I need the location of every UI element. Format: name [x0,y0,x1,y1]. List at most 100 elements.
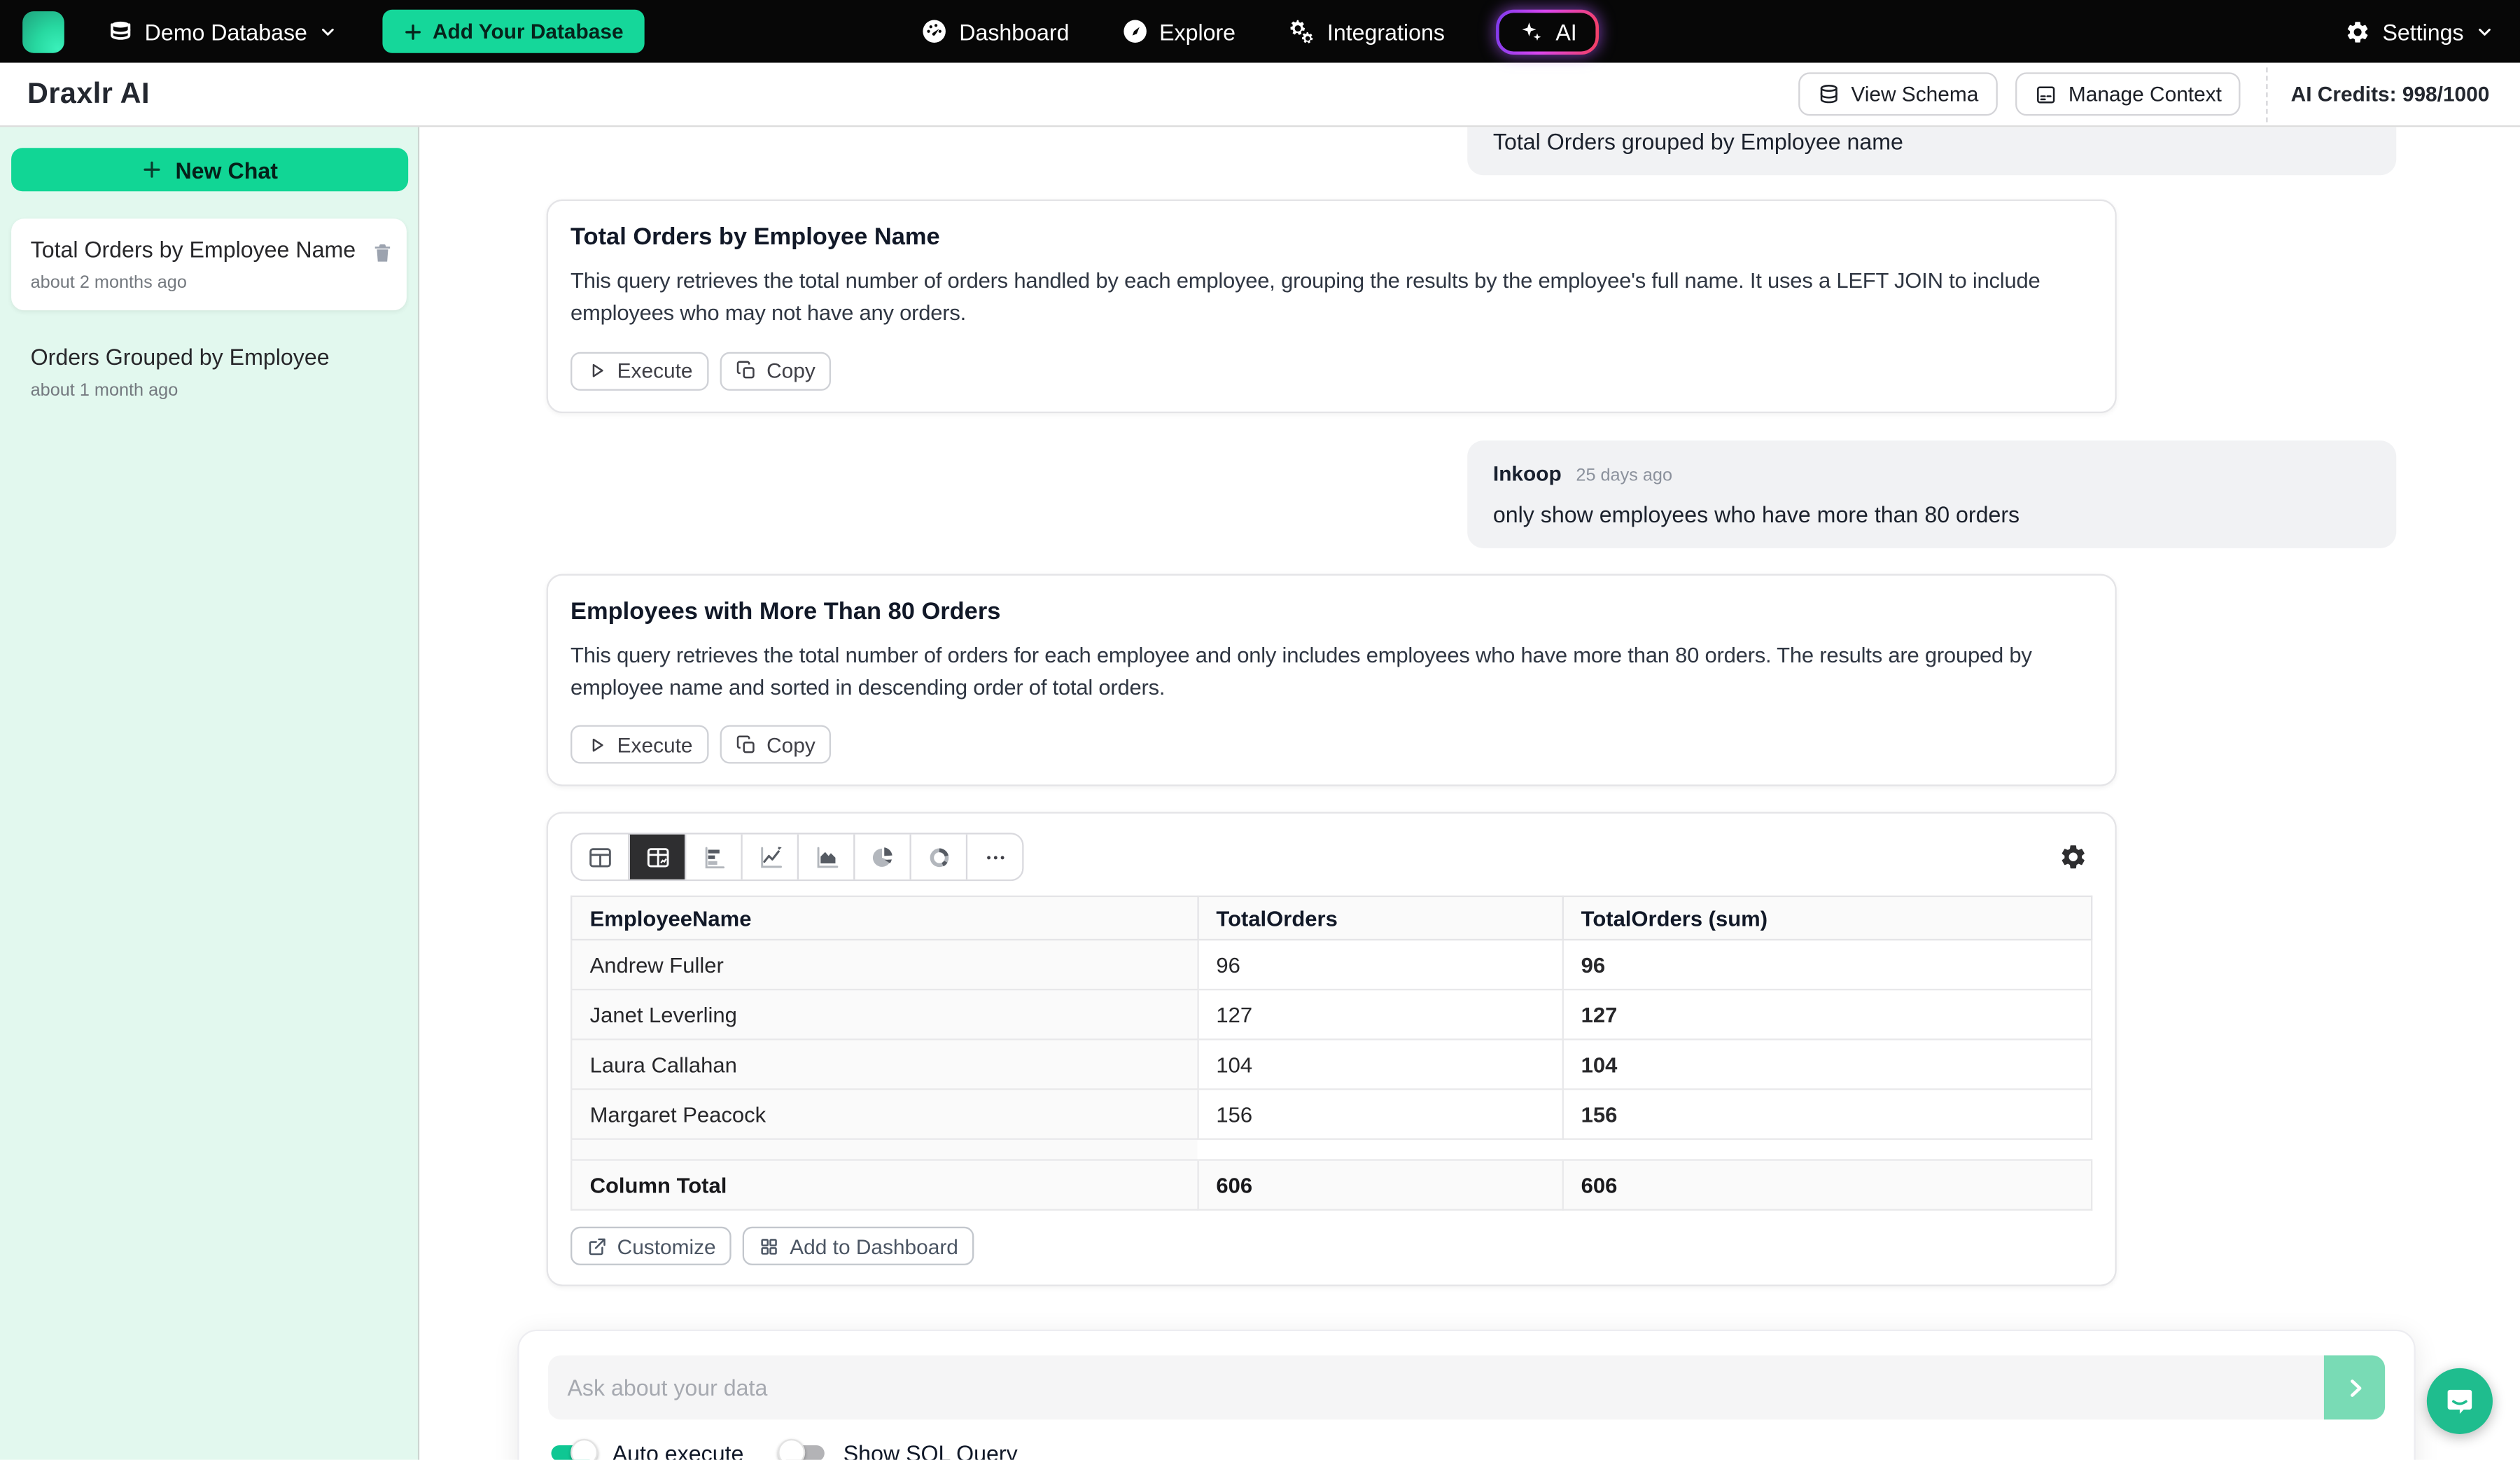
line-chart-view-icon[interactable] [741,835,797,880]
chat-main: Total Orders grouped by Employee name To… [419,127,2520,1459]
summary-table-view-icon[interactable] [629,835,685,880]
cell-total-orders-sum: 96 [1562,940,2092,989]
chevron-down-icon [318,22,338,41]
support-chat-launcher[interactable] [2427,1368,2493,1434]
chat-history-item[interactable]: Orders Grouped by Employee about 1 month… [11,326,407,418]
play-icon [587,734,608,755]
customize-button[interactable]: Customize [570,1227,732,1265]
show-sql-toggle[interactable]: Show SQL Query [783,1440,1018,1460]
message-timestamp: 25 days ago [1576,466,1672,485]
nav-ai[interactable]: AI [1496,9,1599,54]
chat-history-item-active[interactable]: Total Orders by Employee Name about 2 mo… [11,218,407,310]
more-views-icon[interactable] [966,835,1022,880]
new-chat-button[interactable]: New Chat [11,148,408,191]
nav-dashboard-label: Dashboard [959,18,1069,44]
draxlr-logo[interactable] [22,11,64,53]
settings-menu[interactable]: Settings [2346,18,2504,44]
ai-response-card: Total Orders by Employee Name This query… [547,200,2117,412]
pie-chart-view-icon[interactable] [853,835,909,880]
query-description: This query retrieves the total number of… [570,265,2092,331]
draxlr-app: Demo Database Add Your Database Dashboar… [0,0,2520,1460]
user-message: Inkoop 25 days ago only show employees w… [1467,440,2396,548]
page-header: Draxlr AI View Schema Manage Context AI … [0,63,2520,127]
auto-execute-toggle[interactable]: Auto execute [552,1440,744,1460]
copy-button[interactable]: Copy [720,725,832,763]
cell-employee-name: Andrew Fuller [571,940,1198,989]
play-icon [587,360,608,381]
database-selector[interactable]: Demo Database [108,18,338,44]
chat-bubble-icon [2443,1384,2477,1418]
nav-explore-label: Explore [1159,18,1236,44]
area-chart-view-icon[interactable] [797,835,853,880]
external-link-icon [587,1235,608,1256]
plus-icon [404,22,424,41]
user-message-text: only show employees who have more than 8… [1493,501,2371,527]
table-row: Laura Callahan 104 104 [571,1039,2092,1089]
add-to-dashboard-button[interactable]: Add to Dashboard [743,1227,974,1265]
toggle-knob[interactable] [570,1439,598,1460]
cell-employee-name: Margaret Peacock [571,1089,1198,1139]
manage-context-button[interactable]: Manage Context [2015,72,2241,116]
column-header[interactable]: EmployeeName [571,896,1198,940]
nav-explore[interactable]: Explore [1121,18,1236,45]
table-row: Janet Leverling 127 127 [571,989,2092,1039]
context-list-icon [2035,83,2057,105]
dashboard-gauge-icon [920,18,948,45]
chevron-down-icon [2475,22,2495,41]
send-button[interactable] [2324,1355,2385,1419]
query-title: Total Orders by Employee Name [570,223,2092,251]
manage-context-label: Manage Context [2068,82,2222,106]
chat-composer: Auto execute Show SQL Query [517,1330,2415,1460]
database-icon [108,18,134,44]
ask-data-input[interactable] [548,1355,2324,1419]
visualization-switcher [570,833,1023,881]
nav-ai-label: AI [1555,18,1576,44]
page-title: Draxlr AI [27,77,150,111]
chat-timestamp: about 2 months ago [31,273,388,293]
table-total-row: Column Total 606 606 [571,1160,2092,1210]
bar-chart-view-icon[interactable] [685,835,741,880]
top-navbar: Demo Database Add Your Database Dashboar… [0,0,2520,63]
execute-button[interactable]: Execute [570,725,708,763]
database-selector-label: Demo Database [145,18,307,44]
cell-column-total-value: 606 [1562,1160,2092,1210]
cell-total-orders-sum: 127 [1562,989,2092,1039]
execute-label: Execute [617,359,693,382]
add-database-button[interactable]: Add Your Database [383,10,645,53]
column-header[interactable]: TotalOrders [1198,896,1562,940]
cell-total-orders: 104 [1198,1039,1562,1089]
cell-column-total-label: Column Total [571,1160,1198,1210]
query-title: Employees with More Than 80 Orders [570,597,2092,625]
user-message-text: Total Orders grouped by Employee name [1493,129,2371,155]
chat-timestamp: about 1 month ago [31,381,388,401]
nav-dashboard[interactable]: Dashboard [920,18,1069,45]
toggle-knob[interactable] [778,1439,805,1460]
nav-integrations[interactable]: Integrations [1287,17,1445,46]
table-view-icon[interactable] [572,835,628,880]
cell-total-orders: 156 [1198,1089,1562,1139]
results-table: EmployeeName TotalOrders TotalOrders (su… [570,896,2092,1211]
toggle-track[interactable] [552,1445,594,1460]
delete-chat-button[interactable] [371,241,393,265]
view-schema-button[interactable]: View Schema [1798,72,1998,116]
chat-scroll-area[interactable]: Total Orders grouped by Employee name To… [419,127,2520,1286]
column-header[interactable]: TotalOrders (sum) [1562,896,2092,940]
donut-chart-view-icon[interactable] [909,835,965,880]
plus-icon [141,159,162,180]
ai-response-card: Employees with More Than 80 Orders This … [547,573,2117,786]
compass-icon [1121,18,1148,45]
copy-button[interactable]: Copy [720,352,832,390]
show-sql-label: Show SQL Query [844,1440,1018,1460]
add-to-dashboard-label: Add to Dashboard [790,1234,958,1258]
chart-settings-icon[interactable] [2059,842,2087,871]
copy-label: Copy [766,732,816,756]
execute-label: Execute [617,732,693,756]
toggle-track[interactable] [783,1445,825,1460]
cell-total-orders-sum: 156 [1562,1089,2092,1139]
cell-total-orders-sum: 104 [1562,1039,2092,1089]
chat-sidebar: New Chat Total Orders by Employee Name a… [0,127,419,1459]
user-message: Total Orders grouped by Employee name [1467,127,2396,175]
copy-label: Copy [766,359,816,382]
execute-button[interactable]: Execute [570,352,708,390]
view-schema-label: View Schema [1851,82,1978,106]
